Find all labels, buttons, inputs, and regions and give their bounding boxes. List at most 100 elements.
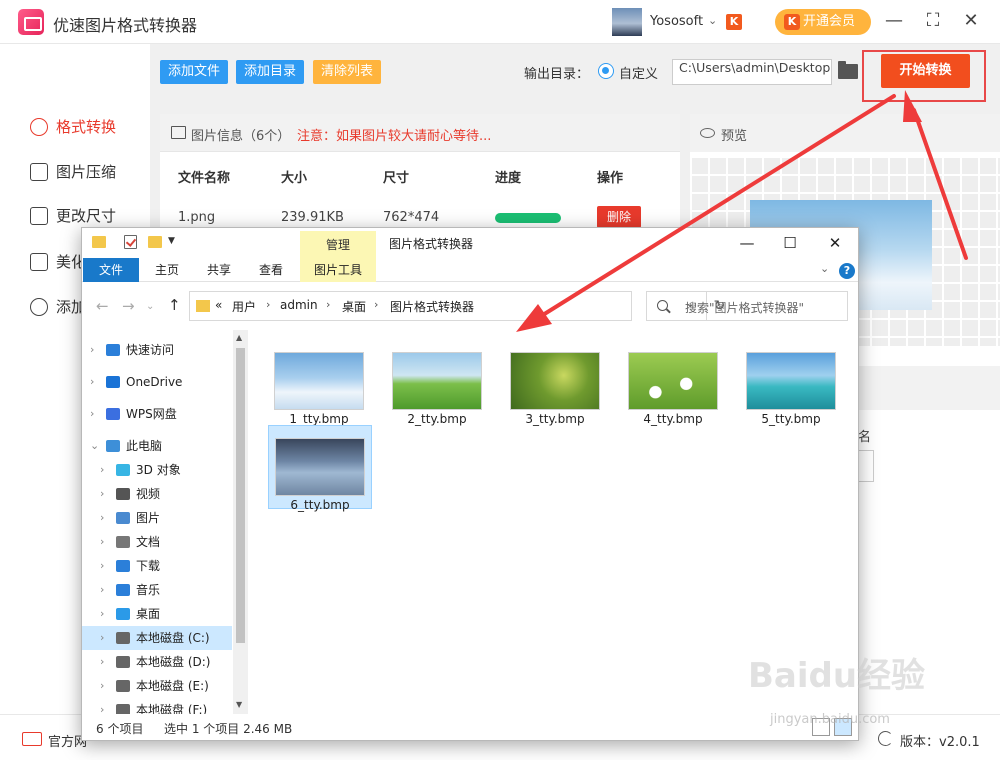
file-thumbnail[interactable]: 5_tty.bmp <box>740 340 844 426</box>
scroll-up-icon[interactable]: ▲ <box>236 333 242 342</box>
breadcrumb-users[interactable]: 用户 <box>232 298 256 315</box>
chevron-right-icon[interactable]: › <box>374 298 378 311</box>
custom-radio[interactable] <box>598 63 614 79</box>
file-thumbnail[interactable]: 3_tty.bmp <box>504 340 608 426</box>
tab-share[interactable]: 共享 <box>194 258 244 282</box>
add-file-button[interactable]: 添加文件 <box>160 60 229 84</box>
tab-file[interactable]: 文件 <box>83 258 139 282</box>
recent-dropdown-icon[interactable]: ⌄ <box>146 301 154 312</box>
user-avatar[interactable] <box>612 8 642 36</box>
app-logo-icon <box>18 9 44 35</box>
nav-item[interactable]: › 本地磁盘 (F:) <box>82 698 232 714</box>
nav-item[interactable]: › 文档 <box>82 530 232 554</box>
nav-item[interactable]: › 快速访问 <box>82 338 232 362</box>
forward-arrow-icon[interactable]: → <box>122 297 135 315</box>
chevron-right-icon[interactable]: › <box>100 506 104 530</box>
chevron-right-icon[interactable]: › <box>100 650 104 674</box>
nav-item[interactable]: › 下载 <box>82 554 232 578</box>
up-arrow-icon[interactable]: ↑ <box>168 296 181 314</box>
nav-item[interactable]: › 视频 <box>82 482 232 506</box>
nav-item[interactable]: › 本地磁盘 (D:) <box>82 650 232 674</box>
row-file-size: 239.91KB <box>281 210 344 225</box>
close-button[interactable]: ✕ <box>960 10 982 32</box>
nav-item[interactable]: › OneDrive <box>82 370 232 394</box>
properties-icon[interactable] <box>124 235 137 249</box>
sidebar-item-compress[interactable]: 图片压缩 <box>30 160 116 184</box>
fullscreen-button[interactable]: ⛶ <box>922 10 944 32</box>
quick-access-dropdown-icon[interactable]: ▼ <box>168 236 175 246</box>
help-icon[interactable]: ? <box>839 263 855 279</box>
ribbon-tabs: 文件 主页 共享 查看 图片工具 ⌄ ? <box>82 258 858 282</box>
maximize-button[interactable]: ☐ <box>775 232 805 254</box>
chevron-right-icon[interactable]: › <box>90 370 94 394</box>
chevron-right-icon[interactable]: › <box>100 674 104 698</box>
chevron-right-icon[interactable]: › <box>326 298 330 311</box>
breadcrumb-desktop[interactable]: 桌面 <box>342 298 366 315</box>
tab-view[interactable]: 查看 <box>246 258 296 282</box>
sidebar-item-watermark[interactable]: 添加 <box>30 295 86 319</box>
official-site-link[interactable]: 官方网 <box>22 731 87 750</box>
beautify-icon <box>30 253 48 271</box>
file-thumbnail[interactable]: 6_tty.bmp <box>268 425 372 512</box>
scroll-down-icon[interactable]: ▼ <box>236 700 242 709</box>
tab-picture-tools[interactable]: 图片工具 <box>300 258 376 282</box>
chevron-right-icon[interactable]: › <box>100 626 104 650</box>
close-button[interactable]: ✕ <box>820 232 850 254</box>
minimize-button[interactable]: — <box>732 232 762 254</box>
chevron-right-icon[interactable]: › <box>266 298 270 311</box>
sidebar-item-resize[interactable]: 更改尺寸 <box>30 204 116 228</box>
back-arrow-icon[interactable]: ← <box>96 297 109 315</box>
vip-button[interactable]: K 开通会员 <box>775 9 871 35</box>
file-thumbnail[interactable]: 4_tty.bmp <box>622 340 726 426</box>
new-folder-icon[interactable] <box>148 236 162 248</box>
version-info[interactable]: 版本：v2.0.1 <box>878 731 980 750</box>
clear-list-button[interactable]: 清除列表 <box>313 60 382 84</box>
chevron-down-icon[interactable]: ⌄ <box>708 14 717 27</box>
nav-item[interactable]: › 3D 对象 <box>82 458 232 482</box>
output-dir-label: 输出目录： <box>524 67 590 82</box>
nav-item[interactable]: › WPS网盘 <box>82 402 232 426</box>
chevron-down-icon[interactable]: ⌄ <box>90 434 99 458</box>
search-input[interactable]: 搜索"图片格式转换器" <box>646 291 848 321</box>
image-icon <box>171 126 186 139</box>
breadcrumb-current[interactable]: 图片格式转换器 <box>390 298 474 315</box>
chevron-right-icon[interactable]: › <box>100 482 104 506</box>
chevron-right-icon[interactable]: › <box>100 458 104 482</box>
chevron-right-icon[interactable]: › <box>100 554 104 578</box>
chevron-right-icon[interactable]: › <box>90 338 94 362</box>
sidebar-item-format-convert[interactable]: 格式转换 <box>30 115 116 139</box>
folder-icon[interactable] <box>838 61 858 79</box>
output-path-field[interactable]: C:\Users\admin\Desktop <box>672 59 832 85</box>
ribbon-expand-icon[interactable]: ⌄ <box>820 262 829 275</box>
start-convert-button[interactable]: 开始转换 <box>881 54 970 88</box>
add-dir-button[interactable]: 添加目录 <box>236 60 305 84</box>
nav-scrollbar[interactable]: ▲ ▼ <box>233 330 248 714</box>
nav-item[interactable]: › 桌面 <box>82 602 232 626</box>
sidebar-item-beautify[interactable]: 美化 <box>30 250 86 274</box>
nav-item[interactable]: › 本地磁盘 (E:) <box>82 674 232 698</box>
vip-icon: K <box>784 14 800 30</box>
file-thumbnail[interactable]: 2_tty.bmp <box>386 340 490 426</box>
chevron-right-icon[interactable]: › <box>90 402 94 426</box>
file-thumbnail[interactable]: 1_tty.bmp <box>268 340 372 426</box>
tab-home[interactable]: 主页 <box>142 258 192 282</box>
cloud-icon <box>106 408 120 420</box>
chevron-right-icon[interactable]: › <box>100 602 104 626</box>
nav-item[interactable]: › 音乐 <box>82 578 232 602</box>
chevron-right-icon[interactable]: › <box>100 698 104 714</box>
scroll-thumb[interactable] <box>236 348 245 643</box>
nav-item[interactable]: › 本地磁盘 (C:) <box>82 626 232 650</box>
thumbnail-image <box>274 352 364 410</box>
file-name-label: 2_tty.bmp <box>407 412 467 426</box>
nav-item[interactable]: ⌄ 此电脑 <box>82 434 232 458</box>
manage-context-tab[interactable]: 管理 <box>300 231 376 259</box>
nav-item[interactable]: › 图片 <box>82 506 232 530</box>
breadcrumb-admin[interactable]: admin <box>280 298 318 312</box>
chevron-right-icon[interactable]: › <box>100 578 104 602</box>
breadcrumb-overflow[interactable]: « <box>215 298 222 312</box>
minimize-button[interactable]: — <box>883 10 905 32</box>
delete-button[interactable]: 删除 <box>597 206 641 228</box>
user-name[interactable]: Yososoft <box>650 14 703 29</box>
address-field[interactable]: « 用户 › admin › 桌面 › 图片格式转换器 ⌄ ↻ <box>189 291 725 321</box>
chevron-right-icon[interactable]: › <box>100 530 104 554</box>
